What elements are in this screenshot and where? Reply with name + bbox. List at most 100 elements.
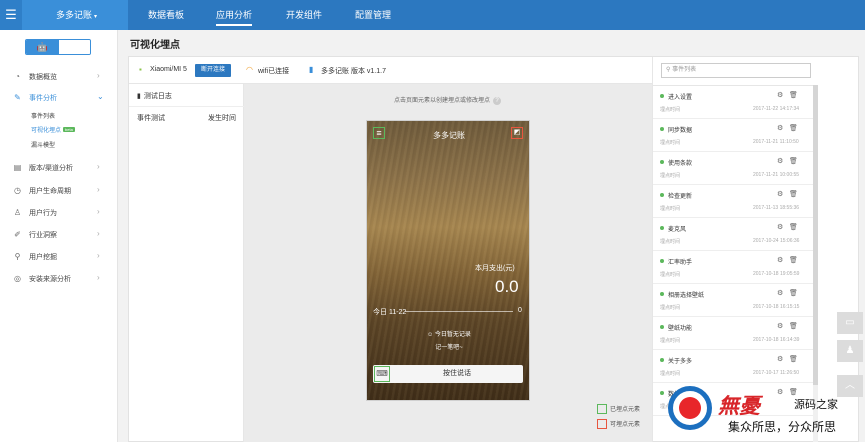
- qq-icon[interactable]: ♟: [837, 340, 863, 362]
- event-name: 检查更新: [668, 194, 693, 200]
- chevron-right-icon: ›: [97, 229, 100, 238]
- legend-label: 可埋点元素: [610, 422, 641, 428]
- help-icon[interactable]: ?: [493, 97, 502, 105]
- event-item[interactable]: 使用条款 ⚙ 🗑 埋点时间 2017-11-21 10:00:55: [653, 152, 813, 185]
- nav-dashboard[interactable]: 数据看板: [148, 0, 184, 30]
- nav-dev-components[interactable]: 开发组件: [286, 0, 322, 30]
- hamburger-icon[interactable]: ☰: [0, 0, 22, 30]
- trash-icon[interactable]: 🗑: [789, 124, 798, 132]
- today-date[interactable]: 今日 11-22: [373, 307, 406, 317]
- wifi-icon: ◠: [246, 65, 253, 74]
- legend-swatch: [597, 419, 607, 430]
- sidebar-subitem-visual-tracking[interactable]: 可视化埋点 beta: [31, 125, 75, 134]
- event-item[interactable]: 检查更新 ⚙ 🗑 埋点时间 2017-11-13 18:55:36: [653, 185, 813, 218]
- scrollbar-thumb[interactable]: [813, 85, 818, 385]
- sidebar-subitem-event-list[interactable]: 事件列表: [31, 111, 55, 120]
- sidebar-item-install-source[interactable]: ◎ 安装来源分析 ›: [0, 271, 118, 287]
- monthly-expense-label[interactable]: 本月支出(元): [475, 263, 515, 273]
- event-item[interactable]: 进入设置 ⚙ 🗑 埋点时间 2017-11-22 14:17:34: [653, 86, 813, 119]
- sidebar-item-overview[interactable]: ◔ 数据概览 ›: [0, 69, 118, 85]
- app-selector[interactable]: 多多记账 ▾: [56, 0, 97, 32]
- trash-icon[interactable]: 🗑: [789, 190, 798, 198]
- event-item[interactable]: 汇率助手 ⚙ 🗑 埋点时间 2017-10-18 19:05:59: [653, 251, 813, 284]
- legend-tracked: 已埋点元素: [597, 404, 641, 415]
- voice-input-bar: ⌨ 按住说话: [373, 365, 523, 383]
- sidebar-item-industry[interactable]: ✐ 行业洞察 ›: [0, 227, 118, 243]
- gear-icon[interactable]: ⚙: [777, 289, 783, 297]
- event-time-label: 埋点时间: [660, 371, 681, 377]
- chevron-right-icon: ›: [97, 162, 100, 171]
- status-dot: [660, 259, 664, 263]
- legend-label: 已埋点元素: [610, 407, 641, 413]
- gear-icon[interactable]: ⚙: [777, 157, 783, 165]
- sidebar-item-event-analysis[interactable]: ✎ 事件分析 ⌄: [0, 90, 118, 106]
- trash-icon[interactable]: 🗑: [789, 289, 798, 297]
- event-time: 2017-10-17 11:26:50: [753, 370, 800, 376]
- gear-icon[interactable]: ⚙: [777, 223, 783, 231]
- record-prompt[interactable]: 记一笔吧~: [367, 342, 529, 351]
- trash-icon[interactable]: 🗑: [789, 91, 798, 99]
- monthly-expense-value[interactable]: 0.0: [495, 277, 519, 297]
- event-item[interactable]: 同步数据 ⚙ 🗑 埋点时间 2017-11-21 11:10:50: [653, 119, 813, 152]
- test-log-title-text: 测试日志: [143, 93, 172, 100]
- trash-icon[interactable]: 🗑: [789, 157, 798, 165]
- event-search-input[interactable]: ⚲ 事件列表: [661, 63, 811, 78]
- beta-badge: beta: [63, 127, 75, 132]
- chevron-down-icon: ▾: [94, 14, 98, 20]
- gear-icon[interactable]: ⚙: [777, 355, 783, 363]
- event-item[interactable]: 麦克风 ⚙ 🗑 埋点时间 2017-10-24 15:06:36: [653, 218, 813, 251]
- watermark-brand: 無憂: [718, 393, 760, 418]
- event-name: 使用条款: [668, 161, 693, 167]
- test-log-title: ▮ 测试日志: [137, 91, 172, 101]
- event-time: 2017-10-18 16:15:15: [753, 304, 800, 310]
- sidebar-item-user-behavior[interactable]: ♙ 用户行为 ›: [0, 205, 118, 221]
- sidebar-item-user-mining[interactable]: ⚲ 用户挖掘 ›: [0, 249, 118, 265]
- page-title: 可视化埋点: [130, 40, 180, 51]
- sidebar-item-version-channel[interactable]: ▤ 版本/渠道分析 ›: [0, 160, 118, 176]
- document-icon: ▮: [137, 93, 141, 100]
- gear-icon[interactable]: ⚙: [777, 91, 783, 99]
- hold-to-talk-button[interactable]: 按住说话: [391, 365, 523, 383]
- trash-icon[interactable]: 🗑: [789, 223, 798, 231]
- today-amount[interactable]: 0: [518, 307, 522, 314]
- trash-icon[interactable]: 🗑: [789, 256, 798, 264]
- apple-icon[interactable]: [59, 40, 90, 54]
- event-time: 2017-10-18 16:14:39: [753, 337, 800, 343]
- app-icon: ▮: [309, 65, 314, 74]
- chevron-right-icon: ›: [97, 273, 100, 282]
- tracking-panel: ▪ Xiaomi/MI 5 断开连接 ◠ wifi已连接 ▮ 多多记账 版本 v…: [128, 56, 859, 442]
- gear-icon[interactable]: ⚙: [777, 322, 783, 330]
- nav-config[interactable]: 配置管理: [355, 0, 391, 30]
- legend-swatch: [597, 404, 607, 415]
- sidebar-subitem-funnel[interactable]: 漏斗模型: [31, 140, 55, 149]
- status-dot: [660, 127, 664, 131]
- gear-icon[interactable]: ⚙: [777, 190, 783, 198]
- status-dot: [660, 358, 664, 362]
- layers-icon: ▤: [13, 163, 22, 172]
- event-item[interactable]: 壁纸功能 ⚙ 🗑 埋点时间 2017-10-18 16:14:39: [653, 317, 813, 350]
- event-time: 2017-10-24 15:06:36: [753, 238, 800, 244]
- event-time-label: 埋点时间: [660, 272, 681, 278]
- search-placeholder: 事件列表: [672, 67, 697, 73]
- nav-app-analysis[interactable]: 应用分析: [216, 0, 253, 30]
- gear-icon[interactable]: ⚙: [777, 256, 783, 264]
- sidebar-item-lifecycle[interactable]: ◷ 用户生命周期 ›: [0, 183, 118, 199]
- chevron-right-icon: ›: [97, 71, 100, 80]
- feedback-icon[interactable]: ▭: [837, 312, 863, 334]
- gear-icon[interactable]: ⚙: [777, 124, 783, 132]
- no-record-text[interactable]: ☺ 今日暂无记录: [367, 329, 529, 338]
- trash-icon[interactable]: 🗑: [789, 355, 798, 363]
- top-nav: 数据看板 应用分析 开发组件 配置管理: [128, 0, 865, 30]
- trash-icon[interactable]: 🗑: [789, 322, 798, 330]
- disconnect-button[interactable]: 断开连接: [195, 64, 231, 77]
- event-item[interactable]: 关于多多 ⚙ 🗑 埋点时间 2017-10-17 11:26:50: [653, 350, 813, 383]
- camera-icon[interactable]: ◩: [511, 127, 523, 139]
- sidebar-item-label: 事件分析: [29, 95, 57, 102]
- app-version: 多多记账 版本 v1.1.7: [321, 68, 386, 75]
- event-name: 汇率助手: [668, 260, 693, 266]
- wifi-status: wifi已连接: [258, 68, 290, 75]
- android-icon[interactable]: 🤖: [26, 40, 59, 54]
- event-item[interactable]: 相册选择壁纸 ⚙ 🗑 埋点时间 2017-10-18 16:15:15: [653, 284, 813, 317]
- phone-app-title: 多多记账: [433, 131, 465, 140]
- keyboard-icon[interactable]: ⌨: [374, 366, 390, 382]
